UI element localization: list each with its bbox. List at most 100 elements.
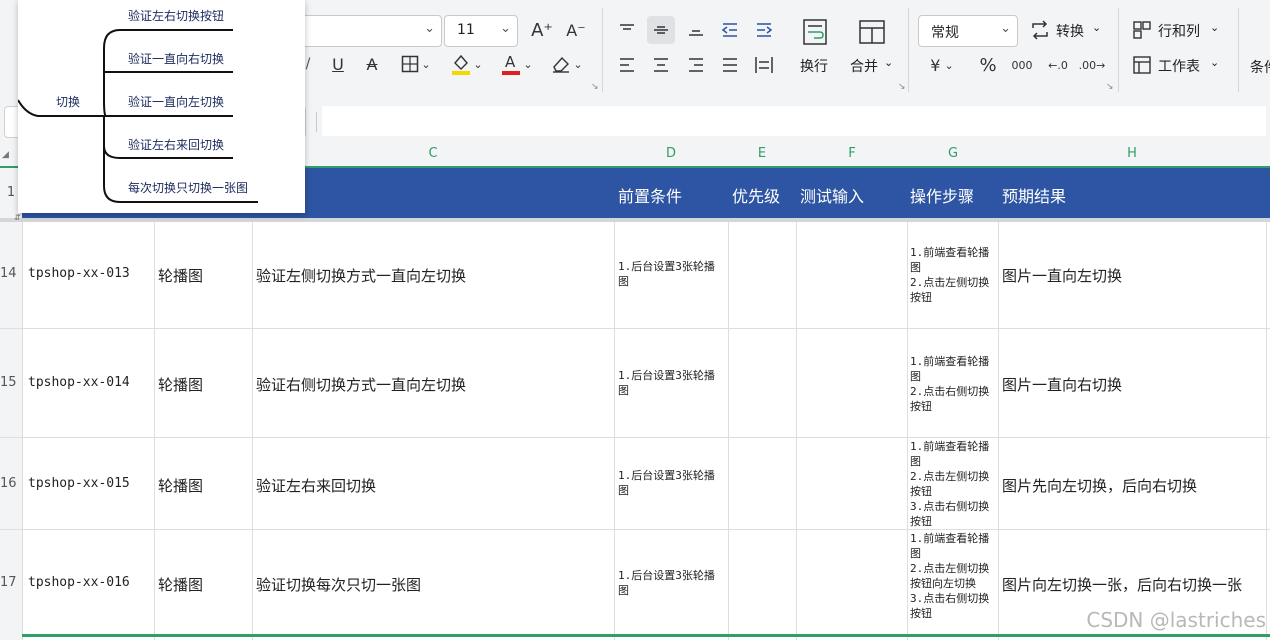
case-id-cell[interactable]: tpshop-xx-014 — [28, 375, 130, 390]
watermark-text: CSDN @lastriches — [1086, 608, 1266, 632]
align-left-icon — [620, 58, 634, 72]
number-format-select[interactable]: 常规 ⌄ — [918, 15, 1018, 47]
column-header-d[interactable]: D — [666, 146, 676, 161]
case-id-cell[interactable]: tpshop-xx-013 — [28, 266, 130, 281]
expected-cell[interactable]: 图片先向左切换，后向右切换 — [1002, 475, 1197, 496]
header-test-input[interactable]: 测试输入 — [800, 183, 864, 207]
chevron-down-icon: ⌄ — [424, 21, 435, 36]
mind-map-branch[interactable]: 每次切换只切换一张图 — [128, 179, 248, 196]
dialog-launcher-icon[interactable]: ↘ — [591, 82, 599, 92]
merge-cells-button[interactable]: 合并 ⌄ — [848, 14, 896, 76]
underline-button[interactable]: U — [324, 50, 352, 78]
distributed-align-button[interactable] — [750, 51, 778, 79]
worksheet-button[interactable]: 工作表 ⌄ — [1132, 53, 1224, 79]
decrease-indent-button[interactable] — [716, 16, 744, 44]
formula-divider — [316, 112, 317, 132]
steps-cell[interactable]: 1.前端查看轮播图 2.点击左侧切换按钮 3.点击右侧切换按钮 — [910, 439, 994, 529]
title-cell[interactable]: 验证右侧切换方式一直向左切换 — [256, 374, 466, 395]
steps-cell[interactable]: 1.前端查看轮播图 2.点击左侧切换按钮 — [910, 245, 994, 305]
module-cell[interactable]: 轮播图 — [158, 475, 203, 496]
worksheet-icon — [1133, 56, 1151, 74]
precondition-cell[interactable]: 1.后台设置3张轮播图 — [618, 568, 722, 598]
grid-line — [1266, 222, 1267, 640]
mind-map-root[interactable]: 切换 — [56, 93, 80, 110]
frozen-split-handle[interactable]: ⇵ — [14, 213, 21, 222]
font-grow-button[interactable]: A⁺ — [528, 16, 556, 44]
rows-columns-button[interactable]: 行和列 ⌄ — [1132, 18, 1224, 44]
case-id-cell[interactable]: tpshop-xx-016 — [28, 575, 130, 590]
font-color-button[interactable]: A ⌄ — [496, 50, 538, 78]
percent-button[interactable]: % — [974, 51, 1002, 79]
formula-input[interactable] — [322, 106, 1266, 136]
select-all-corner[interactable]: ◢ — [2, 150, 9, 160]
decrease-decimal-button[interactable]: .00→ — [1078, 51, 1106, 79]
expected-cell[interactable]: 图片一直向左切换 — [1002, 265, 1122, 286]
currency-button[interactable]: ¥ ⌄ — [922, 51, 962, 79]
strikethrough-button[interactable]: A — [358, 50, 386, 78]
grid-line — [614, 222, 615, 640]
increase-decimal-button[interactable]: ←.0 — [1044, 51, 1072, 79]
fill-color-button[interactable]: ⌄ — [446, 50, 488, 78]
expected-cell[interactable]: 图片向左切换一张，后向右切换一张 — [1002, 574, 1266, 595]
eraser-icon — [553, 56, 570, 73]
chevron-down-icon: ⌄ — [944, 58, 954, 72]
font-family-select[interactable]: ⌄ — [300, 15, 442, 47]
wrap-text-button[interactable]: 换行 — [794, 14, 836, 76]
column-header-h[interactable]: H — [1127, 146, 1137, 161]
grid-line — [728, 222, 729, 640]
align-middle-icon — [654, 26, 668, 34]
align-middle-button[interactable] — [647, 16, 675, 44]
dialog-launcher-icon[interactable]: ↘ — [1106, 82, 1114, 92]
header-priority[interactable]: 优先级 — [732, 183, 780, 207]
align-center-button[interactable] — [647, 51, 675, 79]
chevron-down-icon: ⌄ — [523, 57, 533, 71]
header-steps[interactable]: 操作步骤 — [910, 183, 974, 207]
column-header-e[interactable]: E — [758, 146, 766, 161]
column-header-g[interactable]: G — [948, 146, 958, 161]
row-number[interactable]: 17 — [0, 575, 22, 590]
thousands-separator-button[interactable]: 000 — [1008, 51, 1036, 79]
mind-map-branch[interactable]: 验证左右切换按钮 — [128, 7, 224, 24]
rows-columns-icon — [1133, 21, 1151, 39]
precondition-cell[interactable]: 1.后台设置3张轮播图 — [618, 468, 722, 498]
case-id-cell[interactable]: tpshop-xx-015 — [28, 476, 130, 491]
conditional-format-button[interactable]: 条件 — [1250, 57, 1270, 77]
steps-cell[interactable]: 1.前端查看轮播图 2.点击右侧切换按钮 — [910, 354, 994, 414]
mind-map-branch[interactable]: 验证一直向右切换 — [128, 50, 224, 67]
increase-indent-button[interactable] — [750, 16, 778, 44]
mind-map-branch[interactable]: 验证左右来回切换 — [128, 136, 224, 153]
precondition-cell[interactable]: 1.后台设置3张轮播图 — [618, 368, 722, 398]
align-bottom-button[interactable] — [682, 16, 710, 44]
border-button[interactable]: ⌄ — [396, 50, 436, 78]
justify-button[interactable] — [716, 51, 744, 79]
row-number[interactable]: 16 — [0, 476, 22, 491]
align-right-button[interactable] — [682, 51, 710, 79]
title-cell[interactable]: 验证切换每次只切一张图 — [256, 574, 421, 595]
mind-map-branch[interactable]: 验证一直向左切换 — [128, 93, 224, 110]
module-cell[interactable]: 轮播图 — [158, 265, 203, 286]
header-precondition[interactable]: 前置条件 — [618, 183, 682, 207]
precondition-cell[interactable]: 1.后台设置3张轮播图 — [618, 259, 722, 289]
align-left-button[interactable] — [613, 51, 641, 79]
convert-button[interactable]: 转换 ⌄ — [1030, 18, 1104, 44]
row-number[interactable]: 14 — [0, 266, 22, 281]
header-expected[interactable]: 预期结果 — [1002, 183, 1066, 207]
expected-cell[interactable]: 图片一直向右切换 — [1002, 374, 1122, 395]
font-shrink-button[interactable]: A⁻ — [562, 16, 590, 44]
row-number[interactable]: 15 — [0, 375, 22, 390]
module-cell[interactable]: 轮播图 — [158, 574, 203, 595]
title-cell[interactable]: 验证左侧切换方式一直向左切换 — [256, 265, 466, 286]
steps-cell[interactable]: 1.前端查看轮播图 2.点击左侧切换按钮向左切换 3.点击右侧切换按钮 — [910, 531, 994, 634]
ribbon-divider — [1118, 8, 1119, 92]
clear-format-button[interactable]: ⌄ — [546, 50, 588, 78]
grid-line — [252, 222, 253, 640]
font-size-select[interactable]: 11 ⌄ — [444, 15, 518, 47]
align-top-button[interactable] — [613, 16, 641, 44]
wrap-text-icon — [803, 19, 827, 45]
column-header-c[interactable]: C — [428, 146, 437, 161]
mind-map-popup[interactable]: 切换 验证左右切换按钮 验证一直向右切换 验证一直向左切换 验证左右来回切换 每… — [18, 0, 305, 213]
title-cell[interactable]: 验证左右来回切换 — [256, 475, 376, 496]
column-header-f[interactable]: F — [848, 146, 855, 161]
module-cell[interactable]: 轮播图 — [158, 374, 203, 395]
dialog-launcher-icon[interactable]: ↘ — [898, 82, 906, 92]
